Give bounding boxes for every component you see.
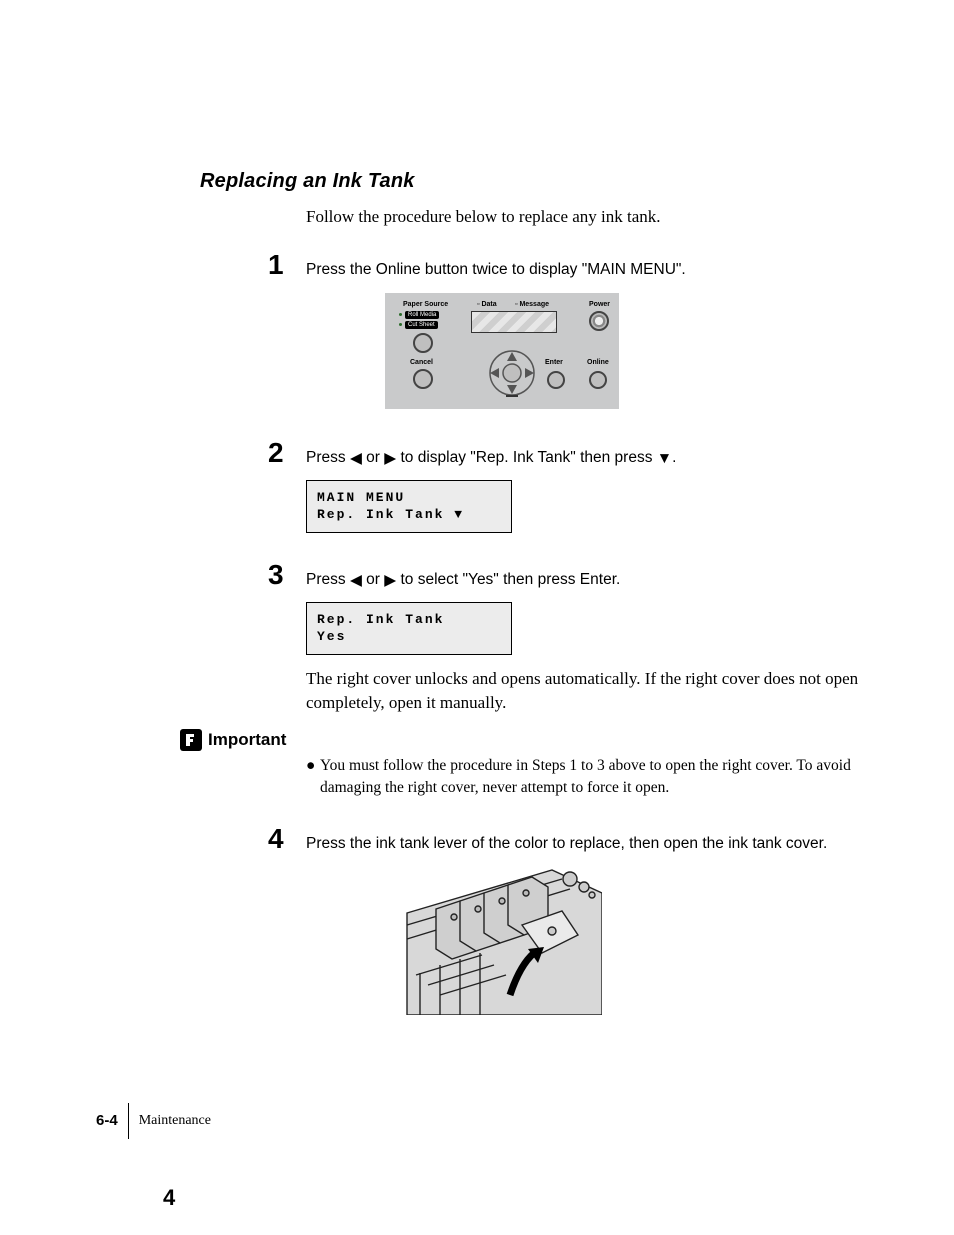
label-roll-media: Roll Media <box>405 311 439 319</box>
ink-tank-figure <box>130 865 874 1015</box>
manual-page: Replacing an Ink Tank Follow the procedu… <box>0 0 954 1235</box>
online-button-icon <box>589 371 607 389</box>
step-number: 2 <box>268 439 306 467</box>
step-text: Press ◀ or ▶ to select "Yes" then press … <box>306 570 620 592</box>
step-1: 1 Press the Online button twice to displ… <box>268 251 874 281</box>
page-number: 6-4 <box>96 1112 128 1129</box>
right-arrow-icon: ▶ <box>384 571 396 592</box>
right-arrow-icon: ▶ <box>384 449 396 470</box>
important-bullet: ● You must follow the procedure in Steps… <box>306 755 874 800</box>
label-data: ▫ Data <box>477 301 497 308</box>
led-sheet <box>399 323 402 326</box>
paper-source-button-icon <box>413 333 433 353</box>
power-button-icon <box>589 311 609 331</box>
lcd-line: MAIN MENU <box>317 489 501 507</box>
lcd-line: Rep. Ink Tank ▼ <box>317 506 501 524</box>
step-text: Press the Online button twice to display… <box>306 260 686 281</box>
step-number: 1 <box>268 251 306 279</box>
printer-panel: Paper Source Roll Media Cut Sheet ▫ Data… <box>385 293 619 409</box>
sheet-number: 4 <box>163 1185 175 1211</box>
label-power: Power <box>589 301 610 308</box>
cancel-button-icon <box>413 369 433 389</box>
lcd-line: Rep. Ink Tank <box>317 611 501 629</box>
step-text: Press the ink tank lever of the color to… <box>306 834 827 855</box>
down-arrow-icon: ▼ <box>657 449 672 470</box>
left-arrow-icon: ◀ <box>350 571 362 592</box>
step-3: 3 Press ◀ or ▶ to select "Yes" then pres… <box>268 561 874 592</box>
dpad-icon <box>481 349 543 397</box>
led-roll <box>399 313 402 316</box>
bullet-icon: ● <box>306 755 320 800</box>
lcd-line: Yes <box>317 628 501 646</box>
label-cut-sheet: Cut Sheet <box>405 321 438 329</box>
label-enter: Enter <box>545 359 563 366</box>
lcd-screen-icon <box>471 311 557 333</box>
section-heading: Replacing an Ink Tank <box>200 170 874 193</box>
lcd-display-2: Rep. Ink Tank Yes <box>306 602 512 655</box>
label-message: ▫ Message <box>515 301 549 308</box>
printer-panel-figure: Paper Source Roll Media Cut Sheet ▫ Data… <box>130 293 874 409</box>
left-arrow-icon: ◀ <box>350 449 362 470</box>
label-online: Online <box>587 359 609 366</box>
step-4: 4 Press the ink tank lever of the color … <box>268 825 874 855</box>
page-footer: 6-4 Maintenance <box>0 1103 954 1139</box>
step-number: 3 <box>268 561 306 589</box>
important-callout: Important <box>180 729 874 751</box>
bullet-text: You must follow the procedure in Steps 1… <box>320 755 874 800</box>
important-icon <box>180 729 202 751</box>
step-text: Press ◀ or ▶ to display "Rep. Ink Tank" … <box>306 448 676 470</box>
important-label: Important <box>208 730 286 750</box>
step-2: 2 Press ◀ or ▶ to display "Rep. Ink Tank… <box>268 439 874 470</box>
section-name: Maintenance <box>128 1103 211 1139</box>
intro-text: Follow the procedure below to replace an… <box>306 207 874 227</box>
step-3-after: The right cover unlocks and opens automa… <box>306 667 874 715</box>
lcd-display-1: MAIN MENU Rep. Ink Tank ▼ <box>306 480 512 533</box>
enter-button-icon <box>547 371 565 389</box>
step-number: 4 <box>268 825 306 853</box>
label-paper-source: Paper Source <box>403 301 448 308</box>
label-cancel: Cancel <box>410 359 433 366</box>
